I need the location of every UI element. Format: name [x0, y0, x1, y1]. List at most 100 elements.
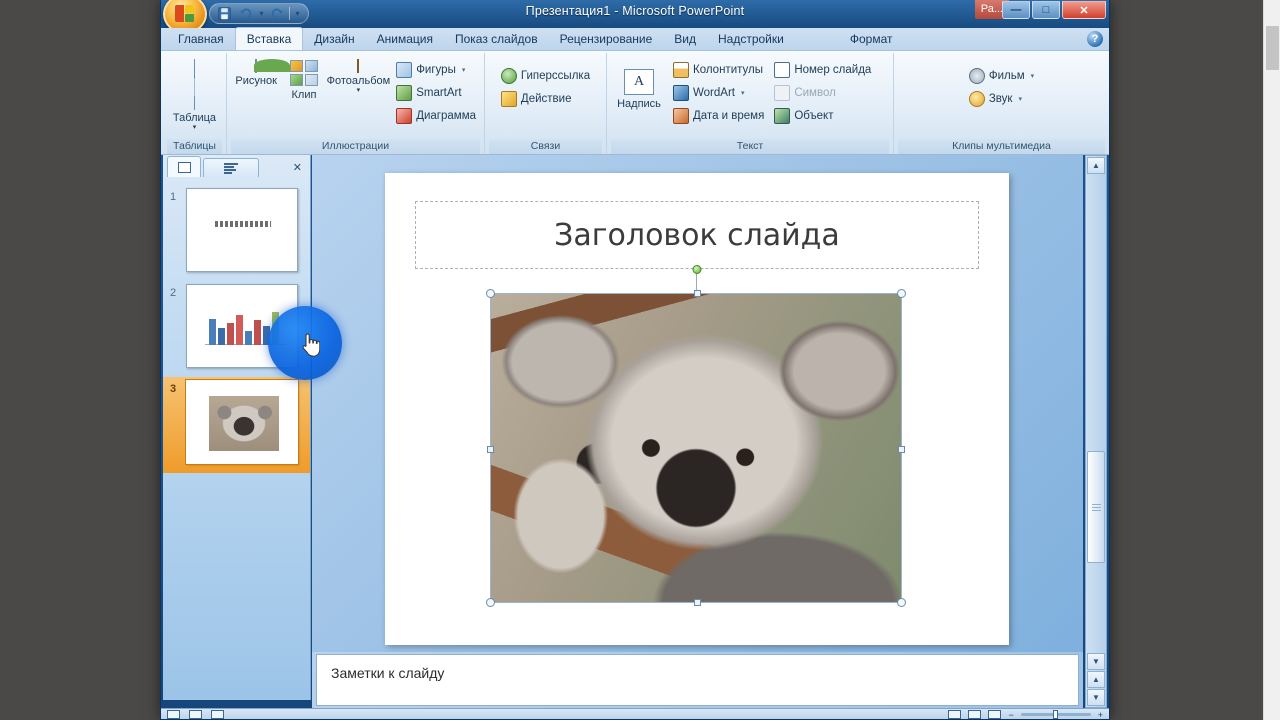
- help-icon[interactable]: ?: [1087, 31, 1103, 47]
- slide-3-preview[interactable]: [185, 379, 299, 465]
- ribbon-group-media: Фильм ▾ Звук ▾ Клипы мультимедиа: [894, 53, 1109, 154]
- tab-design[interactable]: Дизайн: [303, 29, 365, 50]
- shapes-dropdown-caret[interactable]: ▾: [462, 66, 466, 74]
- tab-slides[interactable]: [167, 156, 201, 177]
- sound-dropdown-caret[interactable]: ▾: [1018, 95, 1022, 103]
- insert-action-button[interactable]: Действие: [497, 88, 594, 109]
- movie-dropdown-caret[interactable]: ▾: [1031, 72, 1035, 80]
- slide-thumbnail-pane: ✕ 1 2 3: [163, 155, 311, 700]
- handle-top-right[interactable]: [897, 289, 906, 298]
- tab-addins[interactable]: Надстройки: [707, 29, 795, 50]
- slide-1-title-line: [215, 221, 271, 227]
- tab-view[interactable]: Вид: [663, 29, 707, 50]
- movie-icon: [968, 67, 985, 84]
- status-bar-right: − +: [948, 710, 1109, 720]
- insert-symbol-label: Символ: [794, 86, 836, 99]
- koala-photo[interactable]: [491, 294, 901, 602]
- wordart-dropdown-caret[interactable]: ▾: [741, 89, 745, 97]
- photo-album-icon: [357, 59, 360, 73]
- ribbon-group-tables: Таблица ▾ Таблицы: [163, 53, 227, 154]
- page-title[interactable]: Заголовок слайда: [554, 218, 840, 253]
- view-slideshow-button[interactable]: [988, 710, 1002, 719]
- maximize-button[interactable]: □: [1032, 1, 1060, 19]
- insert-picture-label: Рисунок: [235, 75, 277, 87]
- tab-home[interactable]: Главная: [167, 29, 235, 50]
- tab-format[interactable]: Формат: [839, 29, 904, 50]
- thumbnail-list[interactable]: 1 2 3: [163, 177, 310, 700]
- previous-slide-button[interactable]: ▲: [1087, 671, 1105, 688]
- scroll-thumb[interactable]: [1087, 451, 1105, 563]
- rotation-handle[interactable]: [692, 265, 702, 274]
- ribbon-group-text: A Надпись Колонтитулы WordArt ▾ Дата и в…: [607, 53, 894, 154]
- close-pane-icon[interactable]: ✕: [293, 161, 302, 174]
- tab-outline[interactable]: [203, 158, 259, 177]
- tab-animation[interactable]: Анимация: [366, 29, 444, 50]
- next-slide-button[interactable]: ▼: [1087, 689, 1105, 706]
- clipart-icon: [289, 60, 318, 86]
- insert-shapes-button[interactable]: Фигуры ▾: [392, 59, 480, 80]
- close-button[interactable]: ✕: [1062, 1, 1106, 19]
- sound-icon: [968, 90, 985, 107]
- scroll-up-button[interactable]: ▲: [1087, 157, 1105, 174]
- tab-slideshow[interactable]: Показ слайдов: [444, 29, 549, 50]
- zoom-out-button[interactable]: −: [1008, 710, 1013, 720]
- wordart-icon: [673, 84, 689, 101]
- notes-input[interactable]: Заметки к слайду: [316, 654, 1079, 706]
- slide-vertical-scrollbar[interactable]: ▲ ▼ ▲ ▼: [1085, 155, 1107, 708]
- koala-picture-frame[interactable]: [486, 289, 906, 607]
- shapes-icon: [396, 61, 413, 78]
- zoom-slider[interactable]: [1020, 710, 1091, 719]
- illustrations-small-buttons: Фигуры ▾ SmartArt Диаграмма: [392, 57, 480, 126]
- handle-top-center[interactable]: [694, 290, 701, 297]
- insert-object-button[interactable]: Объект: [770, 105, 875, 126]
- insert-table-button[interactable]: Таблица ▾: [167, 57, 222, 131]
- minimize-button[interactable]: —: [1002, 1, 1030, 19]
- insert-picture-button[interactable]: Рисунок: [231, 57, 291, 87]
- insert-movie-button[interactable]: Фильм ▾: [965, 65, 1038, 86]
- links-buttons: Гиперссылка Действие: [497, 63, 594, 109]
- slide-number-2: 2: [170, 287, 177, 299]
- smartart-icon: [396, 84, 413, 101]
- slide-editing-area[interactable]: Заголовок слайда: [312, 155, 1083, 652]
- insert-headerfooter-button[interactable]: Колонтитулы: [669, 59, 768, 80]
- view-sorter-button[interactable]: [968, 710, 982, 719]
- handle-bottom-left[interactable]: [486, 598, 495, 607]
- tab-insert[interactable]: Вставка: [234, 27, 304, 50]
- insert-slidenumber-button[interactable]: Номер слайда: [770, 59, 875, 80]
- table-dropdown-caret[interactable]: ▾: [193, 124, 197, 131]
- insert-datetime-button[interactable]: Дата и время: [669, 105, 768, 126]
- slide-title-placeholder[interactable]: Заголовок слайда: [415, 201, 979, 269]
- thumbnail-slide-1[interactable]: 1: [163, 185, 310, 281]
- handle-middle-right[interactable]: [898, 446, 905, 453]
- header-footer-icon: [673, 61, 689, 78]
- slide-1-preview[interactable]: [186, 188, 298, 272]
- handle-bottom-right[interactable]: [897, 598, 906, 607]
- date-time-icon: [673, 107, 689, 124]
- insert-smartart-button[interactable]: SmartArt: [392, 82, 480, 103]
- picture-icon: [254, 59, 291, 73]
- photoalbum-dropdown-caret[interactable]: ▾: [357, 87, 361, 94]
- insert-wordart-button[interactable]: WordArt ▾: [669, 82, 768, 103]
- insert-textbox-button[interactable]: A Надпись: [611, 57, 667, 110]
- handle-top-left[interactable]: [486, 289, 495, 298]
- insert-photoalbum-button[interactable]: Фотоальбом ▾: [327, 57, 390, 94]
- ribbon-group-illustrations: Рисунок Клип Фотоальбом ▾ Фигуры ▾ Smart…: [227, 53, 485, 154]
- workspace: ✕ 1 2 3 Заголовок слайда Заметки к слайд…: [161, 155, 1109, 720]
- handle-bottom-center[interactable]: [694, 599, 701, 606]
- current-slide[interactable]: Заголовок слайда: [385, 173, 1009, 645]
- insert-symbol-button[interactable]: Символ: [770, 82, 875, 103]
- outer-scrollbar-thumb[interactable]: [1266, 26, 1279, 70]
- thumbnail-slide-3[interactable]: 3: [163, 377, 310, 473]
- text-small-buttons-right: Номер слайда Символ Объект: [770, 57, 875, 126]
- outer-scrollbar[interactable]: [1263, 0, 1280, 720]
- view-normal-button[interactable]: [948, 710, 962, 719]
- status-bar-left: [161, 710, 948, 719]
- group-title-tables: Таблицы: [167, 139, 222, 154]
- zoom-in-button[interactable]: +: [1098, 710, 1103, 720]
- insert-chart-button[interactable]: Диаграмма: [392, 105, 480, 126]
- insert-sound-button[interactable]: Звук ▾: [965, 88, 1038, 109]
- tab-review[interactable]: Рецензирование: [549, 29, 664, 50]
- scroll-down-button[interactable]: ▼: [1087, 653, 1105, 670]
- handle-middle-left[interactable]: [487, 446, 494, 453]
- insert-hyperlink-button[interactable]: Гиперссылка: [497, 65, 594, 86]
